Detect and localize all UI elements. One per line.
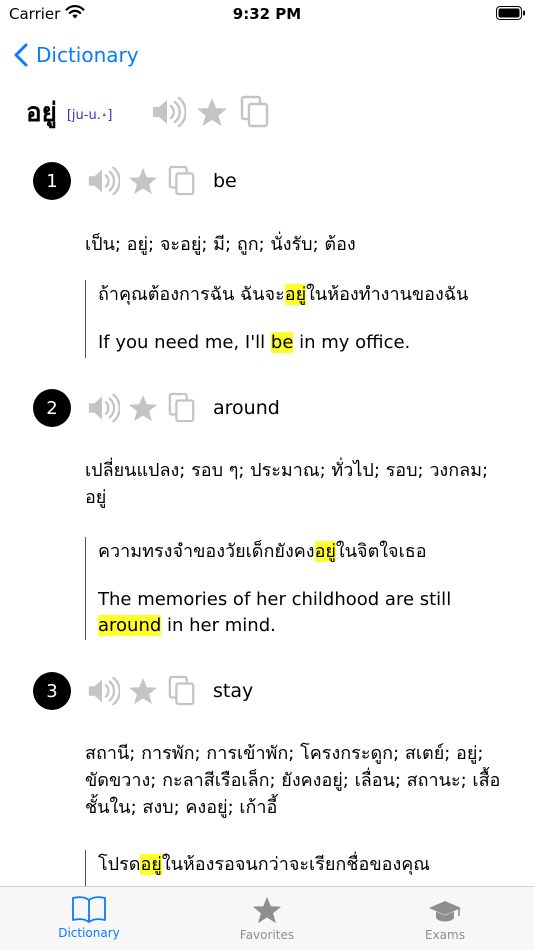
speaker-button[interactable] [86, 391, 120, 425]
chevron-left-icon [14, 43, 28, 67]
example-thai: โปรดอยู่ในห้องรอจนกว่าจะเรียกชื่อของคุณ [98, 854, 430, 875]
copy-button[interactable] [240, 95, 270, 129]
tab-bar: Dictionary Favorites Exams [0, 886, 534, 950]
senses-list[interactable]: 1 be เป็น; อยู่; จะอยู่; มี; ถูก; นั่งรั… [0, 150, 534, 886]
favorite-button[interactable] [128, 393, 158, 423]
phonetic: [ju-u.˔] [66, 107, 113, 123]
example-block: โปรดอยู่ในห้องรอจนกว่าจะเรียกชื่อของคุณ [85, 850, 515, 886]
tab-label: Exams [425, 928, 465, 942]
copy-button[interactable] [168, 165, 196, 197]
star-icon [128, 394, 158, 422]
headword: อยู่ [26, 97, 57, 128]
clock: 9:32 PM [232, 5, 302, 23]
sense-word: be [213, 170, 237, 192]
highlighted-term: around [98, 615, 162, 636]
copy-icon [240, 95, 269, 128]
back-button[interactable]: Dictionary [14, 40, 139, 70]
sense-actions [86, 391, 196, 425]
highlighted-term: อยู่ [314, 541, 336, 562]
highlighted-term: be [270, 332, 294, 353]
star-icon [128, 677, 158, 705]
example-thai: ความทรงจำของวัยเด็กยังคงอยู่ในจิตใจเธอ [98, 541, 427, 562]
star-icon [252, 896, 282, 924]
book-icon [72, 896, 106, 923]
copy-icon [168, 165, 195, 196]
back-label: Dictionary [36, 43, 139, 67]
speaker-icon [153, 96, 186, 128]
tab-favorites[interactable]: Favorites [178, 887, 356, 950]
copy-button[interactable] [168, 675, 196, 707]
sense-number: 2 [33, 389, 71, 427]
header-actions [150, 94, 270, 130]
speaker-icon [88, 393, 120, 423]
favorite-button[interactable] [128, 166, 158, 196]
tab-label: Favorites [239, 928, 295, 942]
copy-icon [168, 392, 195, 423]
speaker-icon [88, 166, 120, 196]
speaker-button[interactable] [86, 674, 120, 708]
word-header: อยู่ [ju-u.˔] [26, 90, 112, 134]
speaker-icon [88, 676, 120, 706]
graduation-cap-icon [429, 901, 461, 922]
sense-actions [86, 164, 196, 198]
speaker-button[interactable] [150, 94, 186, 130]
tab-dictionary[interactable]: Dictionary [0, 887, 178, 950]
sense-number: 1 [33, 162, 71, 200]
example-block: ถ้าคุณต้องการฉัน ฉันจะอยู่ในห้องทำงานของ… [85, 280, 515, 358]
translation: เป็น; อยู่; จะอยู่; มี; ถูก; นั่งรับ; ต้… [85, 234, 356, 255]
sense-actions [86, 674, 196, 708]
battery-icon [496, 6, 525, 20]
highlighted-term: อยู่ [284, 284, 307, 305]
example-block: ความทรงจำของวัยเด็กยังคงอยู่ในจิตใจเธอ T… [85, 537, 515, 640]
star-icon [128, 167, 158, 195]
tab-exams[interactable]: Exams [356, 887, 534, 950]
status-bar: Carrier 9:32 PM [0, 0, 534, 28]
copy-button[interactable] [168, 392, 196, 424]
sense-word: stay [213, 680, 254, 702]
highlighted-term: อยู่ [140, 854, 162, 875]
sense-word: around [213, 397, 280, 419]
speaker-button[interactable] [86, 164, 120, 198]
copy-icon [168, 675, 195, 706]
example-thai: ถ้าคุณต้องการฉัน ฉันจะอยู่ในห้องทำงานของ… [98, 284, 469, 305]
translation: เปลี่ยนแปลง; รอบ ๆ; ประมาณ; ทั่วไป; รอบ;… [85, 460, 489, 508]
tab-label: Dictionary [58, 926, 120, 940]
sense-number: 3 [33, 672, 71, 710]
favorite-button[interactable] [128, 676, 158, 706]
example-english: The memories of her childhood are still … [98, 589, 452, 636]
example-english: If you need me, I'll be in my office. [98, 332, 411, 353]
star-icon [197, 98, 227, 126]
translation: สถานี; การพัก; การเข้าพัก; โครงกระดูก; ส… [85, 743, 501, 818]
favorite-button[interactable] [196, 96, 228, 128]
